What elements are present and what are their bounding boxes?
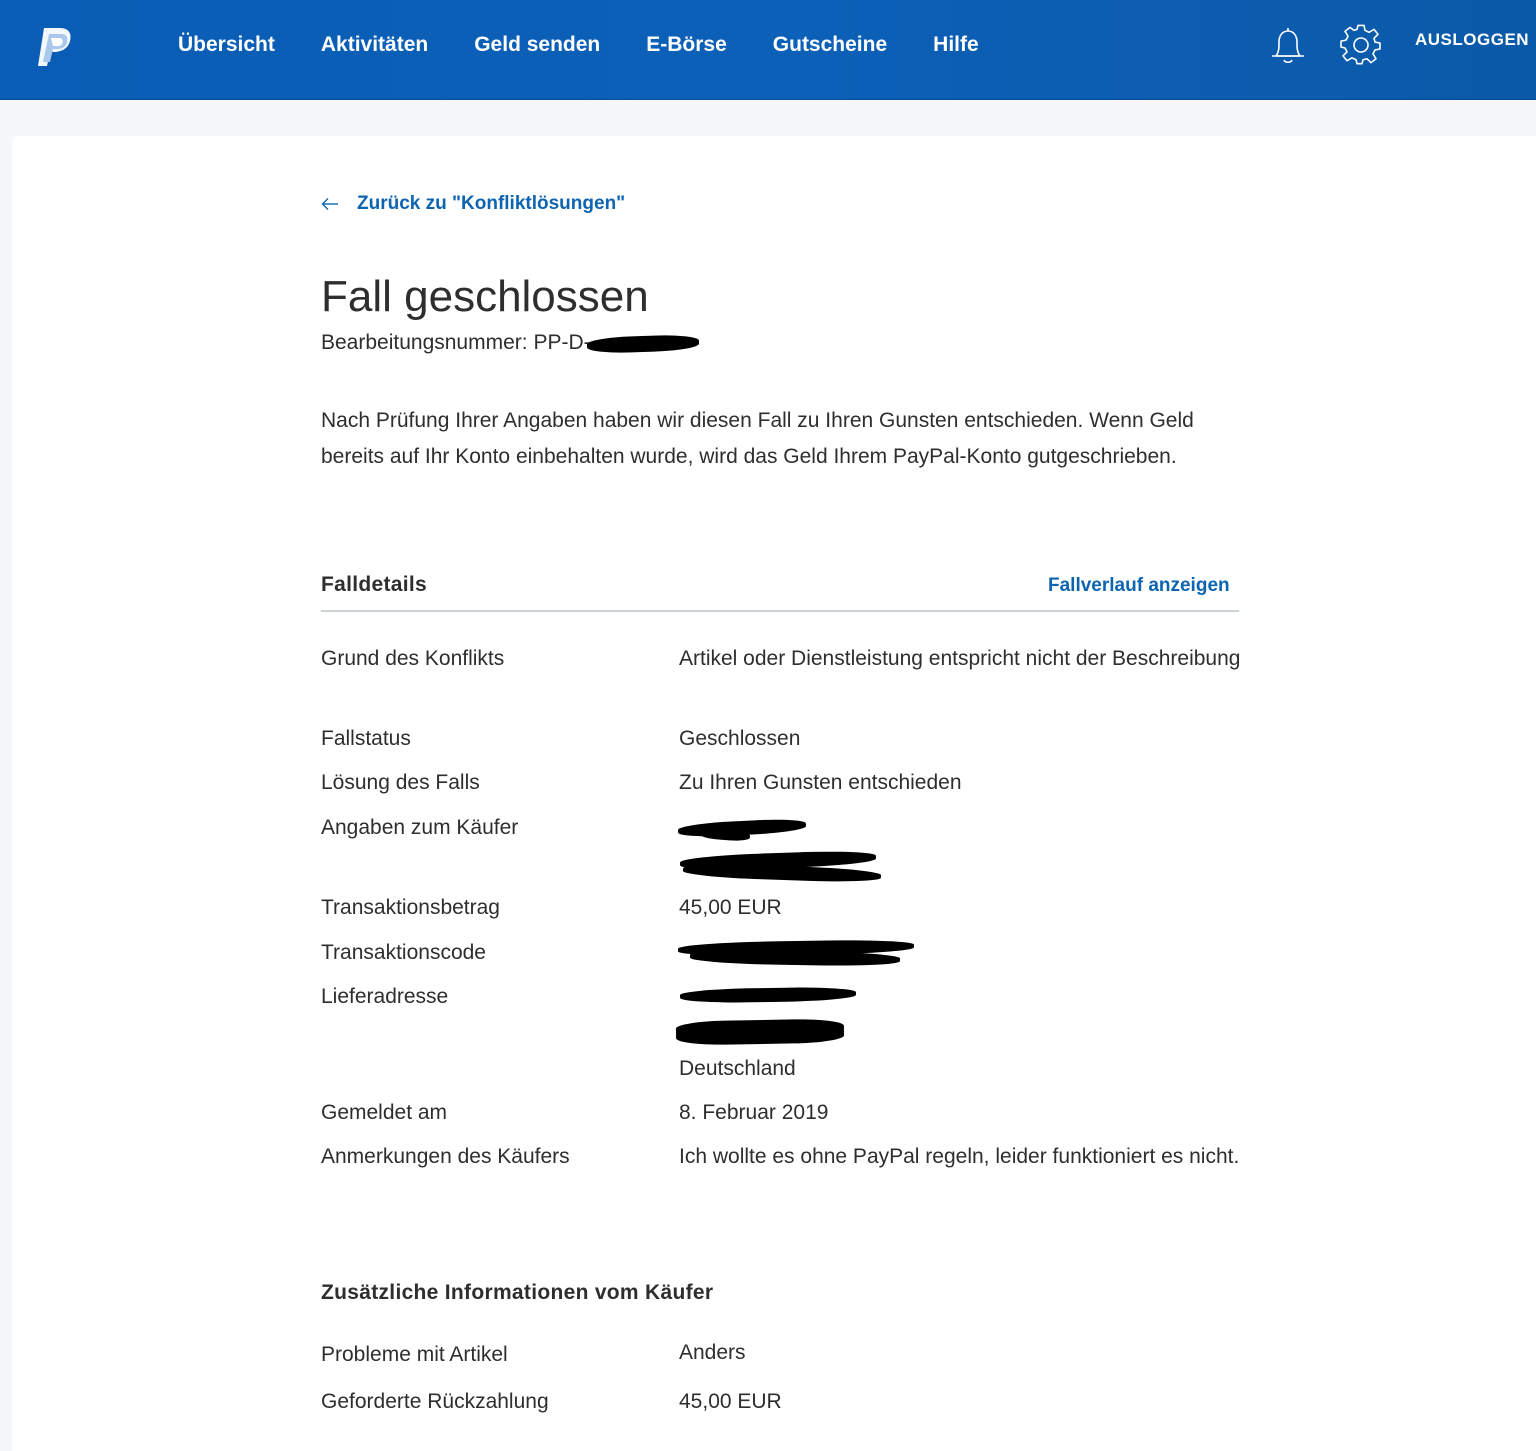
nav-aktivitaeten[interactable]: Aktivitäten <box>321 30 428 60</box>
detail-label-status: Fallstatus <box>321 727 411 750</box>
case-summary-text: Nach Prüfung Ihrer Angaben haben wir die… <box>321 409 1194 468</box>
additional-value-refund: 45,00 EUR <box>679 1390 782 1413</box>
detail-label-address: Lieferadresse <box>321 985 449 1008</box>
case-details-heading: Falldetails <box>321 573 428 596</box>
detail-label-reported: Gemeldet am <box>321 1101 448 1124</box>
back-to-disputes-link[interactable]: Zurück zu "Konfliktlösungen" <box>321 193 625 215</box>
arrow-left-icon <box>321 198 338 210</box>
detail-label-reason: Grund des Konflikts <box>321 647 505 670</box>
divider <box>321 610 1239 612</box>
nav-hilfe[interactable]: Hilfe <box>933 30 979 60</box>
detail-value-amount: 45,00 EUR <box>679 896 782 919</box>
detail-value-country: Deutschland <box>679 1057 796 1080</box>
gear-icon[interactable] <box>1340 24 1382 66</box>
nav-uebersicht[interactable]: Übersicht <box>178 30 275 60</box>
detail-value-buyer-notes: Ich wollte es ohne PayPal regeln, leider… <box>679 1145 1240 1168</box>
redaction-mark <box>586 334 699 354</box>
detail-label-transaction-code: Transaktionscode <box>321 941 486 964</box>
bell-icon[interactable] <box>1268 24 1308 66</box>
additional-label-problem: Probleme mit Artikel <box>321 1343 508 1366</box>
detail-value-resolution: Zu Ihren Gunsten entschieden <box>679 771 962 794</box>
additional-info-heading: Zusätzliche Informationen vom Käufer <box>321 1281 714 1304</box>
detail-value-reported: 8. Februar 2019 <box>679 1101 829 1124</box>
detail-value-status: Geschlossen <box>679 727 801 750</box>
case-history-link[interactable]: Fallverlauf anzeigen <box>1048 575 1230 597</box>
case-number-label: Bearbeitungsnummer: PP-D- <box>321 331 591 354</box>
nav-e-boerse[interactable]: E-Börse <box>646 30 727 60</box>
back-link-label: Zurück zu "Konfliktlösungen" <box>357 193 626 214</box>
detail-label-buyer: Angaben zum Käufer <box>321 816 519 839</box>
detail-label-amount: Transaktionsbetrag <box>321 896 500 919</box>
main-nav: Übersicht Aktivitäten Geld senden E-Börs… <box>178 30 1025 60</box>
detail-label-resolution: Lösung des Falls <box>321 771 480 794</box>
redaction-mark <box>675 1018 845 1046</box>
nav-geld-senden[interactable]: Geld senden <box>474 30 600 60</box>
top-navigation-bar: Übersicht Aktivitäten Geld senden E-Börs… <box>0 0 1536 100</box>
paypal-logo-icon[interactable] <box>36 26 74 68</box>
detail-label-buyer-notes: Anmerkungen des Käufers <box>321 1145 570 1168</box>
case-number: Bearbeitungsnummer: PP-D- <box>321 329 699 357</box>
nav-gutscheine[interactable]: Gutscheine <box>773 30 887 60</box>
additional-label-refund: Geforderte Rückzahlung <box>321 1390 549 1413</box>
detail-value-reason: Artikel oder Dienstleistung entspricht n… <box>679 647 1241 670</box>
logout-button[interactable]: AUSLOGGEN <box>1415 28 1529 52</box>
additional-value-problem: Anders <box>679 1341 746 1364</box>
page-title: Fall geschlossen <box>321 272 649 321</box>
